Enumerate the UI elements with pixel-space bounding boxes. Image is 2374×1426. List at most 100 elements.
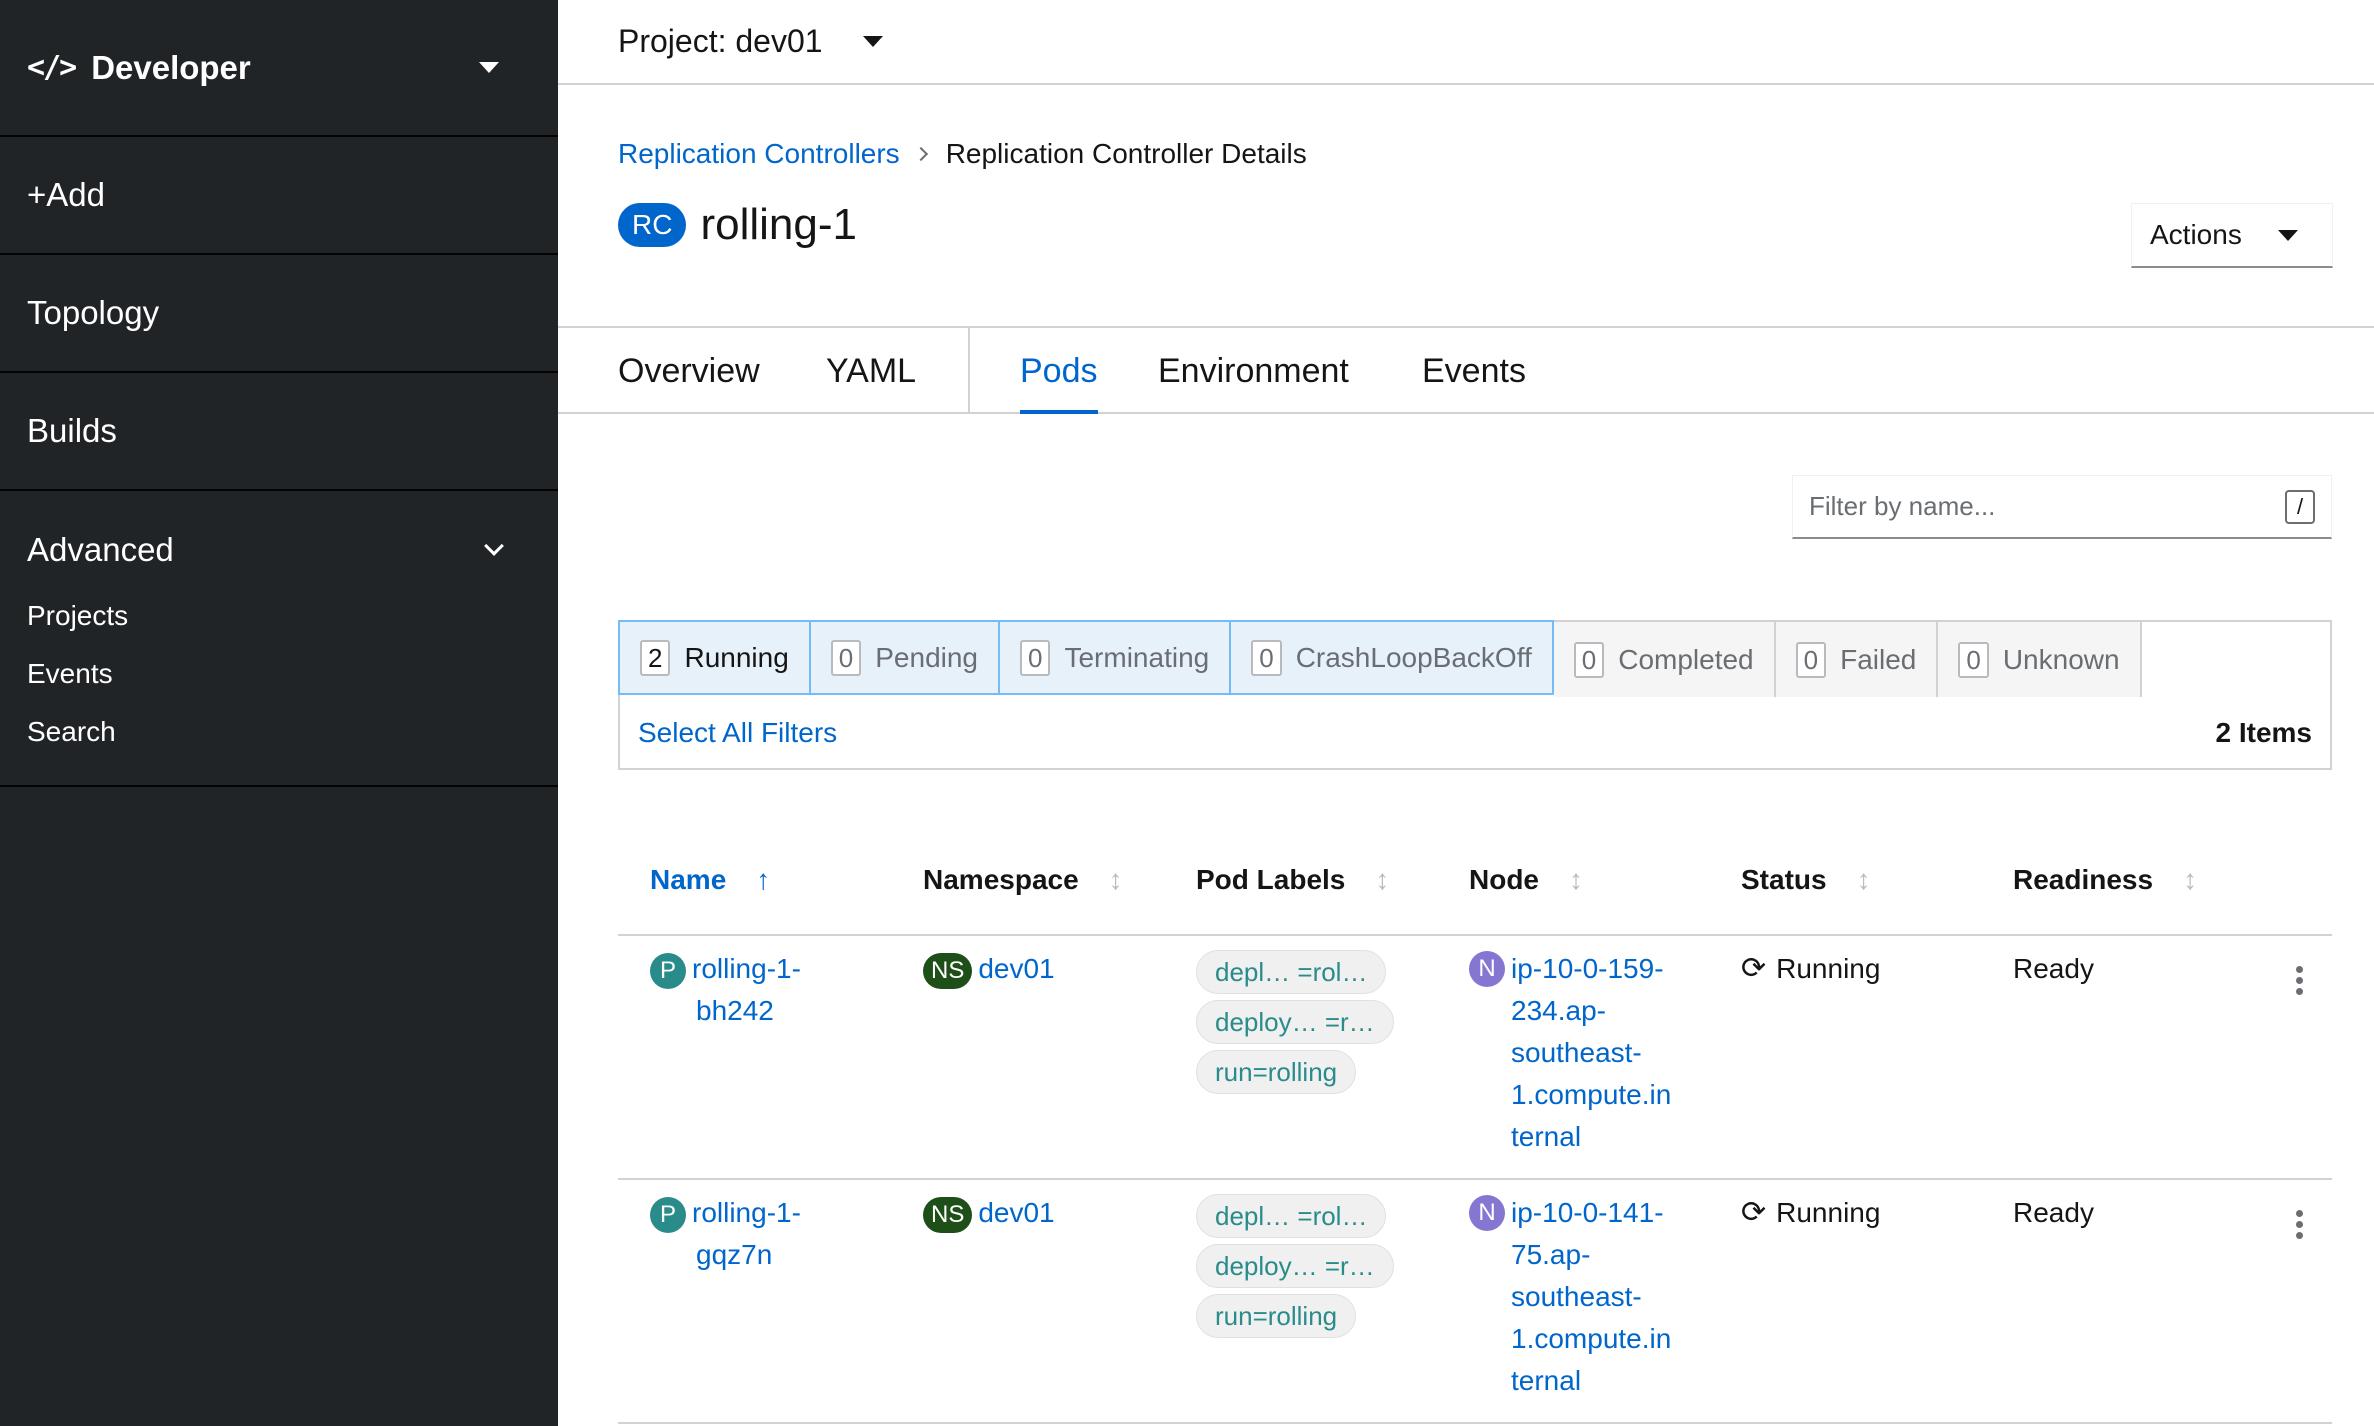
nav-topology-label: Topology	[27, 294, 160, 331]
filter-by-name-input[interactable]: Filter by name... /	[1792, 475, 2332, 539]
node-wrap: N ip-10-0-141- 75.ap- southeast- 1.compu…	[1469, 1192, 1671, 1402]
node-text: southeast-	[1511, 1037, 1642, 1068]
code-icon: </>	[27, 50, 77, 85]
column-header-status[interactable]: Status ↕	[1741, 840, 1871, 920]
label-chip[interactable]: depl… =rol…	[1196, 1194, 1387, 1238]
nav-add-label: +Add	[27, 176, 105, 213]
sort-icon: ↕	[1569, 864, 1583, 895]
filter-label: Completed	[1618, 643, 1754, 675]
status-filter-chips: 2 Running 0 Pending 0 Terminating 0 Cras…	[618, 620, 2330, 697]
nav-builds[interactable]: Builds	[0, 373, 558, 491]
filter-label: Terminating	[1064, 641, 1210, 673]
filter-unknown[interactable]: 0 Unknown	[1938, 622, 2142, 697]
node-text: ip-10-0-141-	[1511, 1197, 1664, 1228]
filter-label: Pending	[875, 641, 979, 673]
caret-down-icon	[862, 36, 883, 47]
node-text: 75.ap-	[1511, 1239, 1591, 1270]
pod-name-link[interactable]: rolling-1-	[692, 953, 801, 984]
pod-name-cell: Prolling-1- bh242	[650, 948, 801, 1032]
label-chip[interactable]: run=rolling	[1196, 1294, 1357, 1338]
tab-yaml[interactable]: YAML	[826, 328, 916, 414]
nav-search[interactable]: Search	[27, 703, 531, 761]
namespace-cell: NS dev01	[923, 948, 1055, 990]
pod-badge: P	[650, 952, 686, 989]
filter-failed[interactable]: 0 Failed	[1775, 622, 1939, 697]
tab-events[interactable]: Events	[1422, 328, 1526, 414]
kebab-menu-icon[interactable]	[2296, 1210, 2304, 1239]
tab-environment[interactable]: Environment	[1158, 328, 1349, 414]
chevron-down-icon	[484, 536, 504, 556]
perspective-switcher[interactable]: </> Developer	[0, 0, 558, 137]
status-cell: ⟳ Running	[1741, 1192, 1880, 1234]
node-link[interactable]: ip-10-0-141- 75.ap- southeast- 1.compute…	[1511, 1192, 1671, 1402]
nav-add[interactable]: +Add	[0, 137, 558, 255]
label-chip[interactable]: deploy… =r…	[1196, 1000, 1394, 1044]
breadcrumb: Replication Controllers Replication Cont…	[618, 138, 1307, 170]
filter-crashloopbackoff[interactable]: 0 CrashLoopBackOff	[1229, 620, 1554, 695]
column-label: Namespace	[923, 864, 1079, 895]
actions-dropdown[interactable]: Actions	[2131, 203, 2333, 268]
sync-icon: ⟳	[1741, 1196, 1767, 1229]
filter-count: 2	[640, 639, 671, 676]
filter-count: 0	[1958, 641, 1989, 678]
filter-completed[interactable]: 0 Completed	[1553, 622, 1776, 697]
column-label: Readiness	[2013, 864, 2154, 895]
sort-icon: ↕	[1375, 864, 1390, 895]
breadcrumb-current: Replication Controller Details	[945, 138, 1307, 169]
label-chip[interactable]: depl… =rol…	[1196, 950, 1387, 994]
column-header-pod-labels[interactable]: Pod Labels ↕	[1196, 840, 1389, 920]
table-header: Name ↑ Namespace ↕ Pod Labels ↕ Node ↕ Statu…	[618, 840, 2332, 936]
breadcrumb-parent[interactable]: Replication Controllers	[618, 138, 900, 170]
filter-count: 0	[830, 639, 862, 676]
tab-pods[interactable]: Pods	[1020, 328, 1098, 414]
node-text: ternal	[1511, 1121, 1582, 1152]
table-row: Prolling-1- bh242 NS dev01 depl… =rol… de…	[618, 936, 2332, 1180]
label-chip[interactable]: run=rolling	[1196, 1050, 1357, 1094]
advanced-subnav: Projects Events Search	[0, 587, 558, 787]
sidebar: </> Developer +Add Topology Builds Advan…	[0, 0, 558, 1426]
tab-overview[interactable]: Overview	[618, 328, 760, 414]
column-label: Node	[1469, 864, 1539, 895]
filter-count: 0	[1251, 639, 1282, 676]
column-header-name[interactable]: Name ↑	[650, 840, 770, 920]
status-text: Running	[1776, 953, 1881, 984]
project-selector[interactable]: Project: dev01	[618, 23, 883, 60]
select-all-filters-link[interactable]: Select All Filters	[638, 717, 837, 749]
sort-asc-icon: ↑	[756, 864, 771, 895]
column-label: Name	[650, 864, 727, 895]
rc-badge: RC	[618, 203, 687, 247]
nav-events[interactable]: Events	[27, 645, 531, 703]
filter-terminating[interactable]: 0 Terminating	[998, 620, 1232, 695]
pod-name-cell: Prolling-1- gqz7n	[650, 1192, 801, 1276]
column-header-readiness[interactable]: Readiness ↕	[2013, 840, 2197, 920]
column-header-namespace[interactable]: Namespace ↕	[923, 840, 1123, 920]
page-title-row: RC rolling-1	[618, 200, 857, 250]
node-wrap: N ip-10-0-159- 234.ap- southeast- 1.comp…	[1469, 948, 1671, 1158]
nav-topology[interactable]: Topology	[0, 255, 558, 373]
page-title: rolling-1	[700, 200, 857, 249]
status-filter-footer: Select All Filters 2 Items	[620, 697, 2330, 768]
kebab-menu-icon[interactable]	[2296, 966, 2304, 995]
node-text: 234.ap-	[1511, 995, 1606, 1026]
node-text: southeast-	[1511, 1281, 1642, 1312]
tab-divider	[968, 328, 970, 414]
column-header-node[interactable]: Node ↕	[1469, 840, 1583, 920]
filter-count: 0	[1020, 639, 1051, 676]
nav-projects[interactable]: Projects	[27, 587, 531, 645]
filter-running[interactable]: 2 Running	[618, 620, 811, 695]
readiness-cell: Ready	[2013, 1197, 2094, 1228]
filter-label: Unknown	[2002, 643, 2120, 675]
pod-name-link[interactable]: rolling-1-	[692, 1197, 801, 1228]
pod-name-link-cont[interactable]: gqz7n	[696, 1239, 772, 1270]
namespace-link[interactable]: dev01	[978, 1197, 1054, 1228]
pod-name-link-cont[interactable]: bh242	[696, 995, 774, 1026]
node-text: 1.compute.in	[1511, 1079, 1672, 1110]
node-badge: N	[1469, 951, 1505, 987]
filter-pending[interactable]: 0 Pending	[808, 620, 1001, 695]
namespace-link[interactable]: dev01	[978, 953, 1054, 984]
main-content: Project: dev01 Replication Controllers R…	[558, 0, 2374, 1426]
node-link[interactable]: ip-10-0-159- 234.ap- southeast- 1.comput…	[1511, 948, 1671, 1158]
namespace-badge: NS	[923, 952, 973, 989]
pod-badge: P	[650, 1196, 686, 1233]
label-chip[interactable]: deploy… =r…	[1196, 1244, 1394, 1288]
